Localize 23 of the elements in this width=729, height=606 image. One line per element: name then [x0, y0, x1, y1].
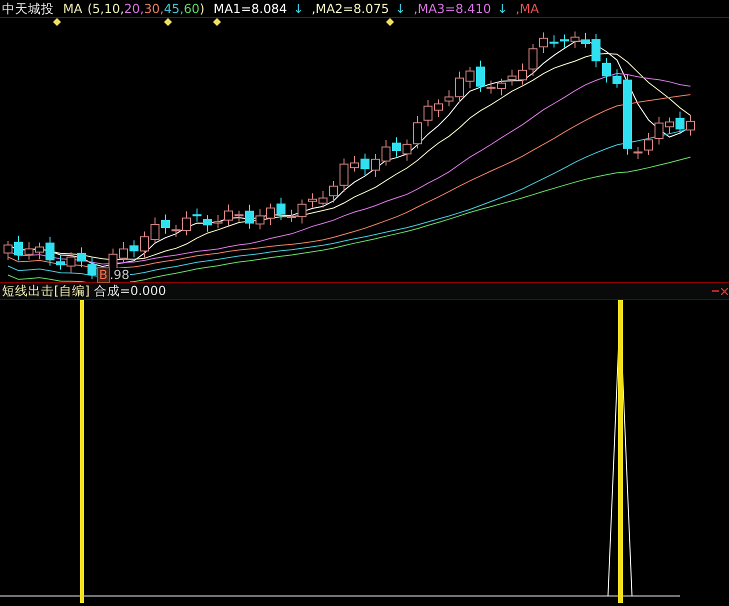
ma-value: ,MA3=8.410 — [414, 0, 492, 17]
ma-parameter: 60 — [184, 0, 200, 17]
ma-value: ,MA2=8.075 — [312, 0, 390, 17]
ma-parameter: 30, — [144, 0, 164, 17]
ma-value: MA1=8.084 — [214, 0, 288, 17]
stock-name: 中天城投 — [2, 0, 54, 17]
indicator-label: MA — [63, 0, 82, 17]
ma-parameter: 20, — [124, 0, 144, 17]
trend-arrow: ↓ — [497, 0, 508, 17]
ma-parameter: 45, — [164, 0, 184, 17]
buy-signal-badge: B — [97, 267, 110, 283]
trend-arrow: ↓ — [293, 0, 304, 17]
bracket: ( — [87, 0, 92, 17]
indicator-title: 短线出击[自编] — [2, 282, 90, 300]
minimize-icon[interactable] — [712, 288, 719, 294]
indicator-value: 合成=0.000 — [94, 282, 166, 300]
bracket: ) — [200, 0, 205, 17]
ma-parameter: 10, — [104, 0, 124, 17]
ma-value: ,MA — [516, 0, 539, 17]
close-icon[interactable] — [721, 288, 728, 294]
price-label: .98 — [110, 268, 130, 282]
ma-parameter: 5, — [92, 0, 104, 17]
trend-arrow: ↓ — [395, 0, 406, 17]
